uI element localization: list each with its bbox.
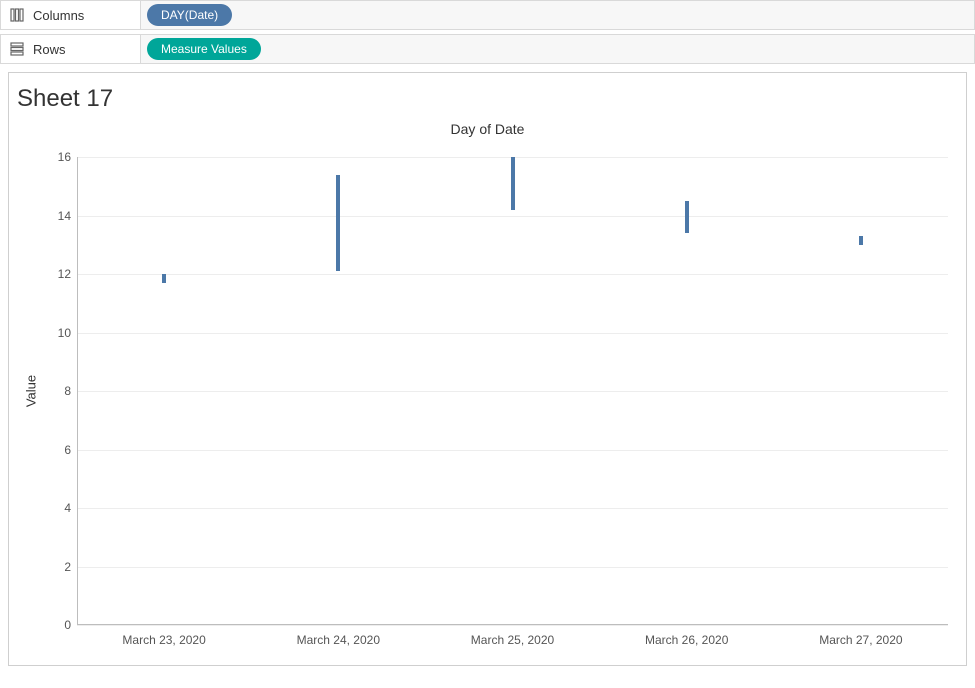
range-bar[interactable] (859, 236, 863, 245)
sheet-title: Sheet 17 (9, 73, 966, 117)
grid-line (77, 391, 948, 392)
y-tick-label: 14 (47, 209, 71, 223)
y-tick-label: 10 (47, 326, 71, 340)
y-tick-label: 8 (47, 384, 71, 398)
rows-shelf-content[interactable]: Measure Values (141, 35, 974, 63)
chart-area: Day of Date Value 0246810121416March 23,… (9, 117, 966, 665)
sheet: Sheet 17 Day of Date Value 0246810121416… (8, 72, 967, 666)
rows-label-text: Rows (33, 42, 66, 57)
y-tick-label: 4 (47, 501, 71, 515)
shelves: Columns DAY(Date) Rows Measure Values (0, 0, 975, 64)
y-tick-label: 16 (47, 150, 71, 164)
columns-shelf-label: Columns (1, 1, 141, 29)
grid-line (77, 333, 948, 334)
rows-pill[interactable]: Measure Values (147, 38, 261, 60)
range-bar[interactable] (336, 175, 340, 272)
columns-pill[interactable]: DAY(Date) (147, 4, 232, 26)
plot: 0246810121416March 23, 2020March 24, 202… (77, 157, 948, 625)
columns-label-text: Columns (33, 8, 84, 23)
rows-shelf[interactable]: Rows Measure Values (0, 34, 975, 64)
range-bar[interactable] (162, 274, 166, 283)
y-tick-label: 6 (47, 443, 71, 457)
x-tick-label: March 26, 2020 (645, 633, 728, 647)
grid-line (77, 274, 948, 275)
grid-line (77, 625, 948, 626)
chart-title: Day of Date (19, 121, 956, 137)
columns-icon (9, 7, 25, 23)
x-tick-label: March 27, 2020 (819, 633, 902, 647)
y-axis-line (77, 157, 78, 625)
x-tick-label: March 23, 2020 (122, 633, 205, 647)
x-tick-label: March 25, 2020 (471, 633, 554, 647)
columns-shelf-content[interactable]: DAY(Date) (141, 1, 974, 29)
columns-shelf[interactable]: Columns DAY(Date) (0, 0, 975, 30)
x-tick-label: March 24, 2020 (297, 633, 380, 647)
x-axis-line (77, 624, 948, 625)
grid-line (77, 508, 948, 509)
range-bar[interactable] (511, 157, 515, 210)
grid-line (77, 450, 948, 451)
y-axis-label: Value (24, 375, 39, 407)
y-tick-label: 2 (47, 560, 71, 574)
y-tick-label: 0 (47, 618, 71, 632)
plot-wrap: 0246810121416March 23, 2020March 24, 202… (77, 157, 948, 625)
range-bar[interactable] (685, 201, 689, 233)
grid-line (77, 216, 948, 217)
y-tick-label: 12 (47, 267, 71, 281)
rows-shelf-label: Rows (1, 35, 141, 63)
grid-line (77, 567, 948, 568)
rows-icon (9, 41, 25, 57)
